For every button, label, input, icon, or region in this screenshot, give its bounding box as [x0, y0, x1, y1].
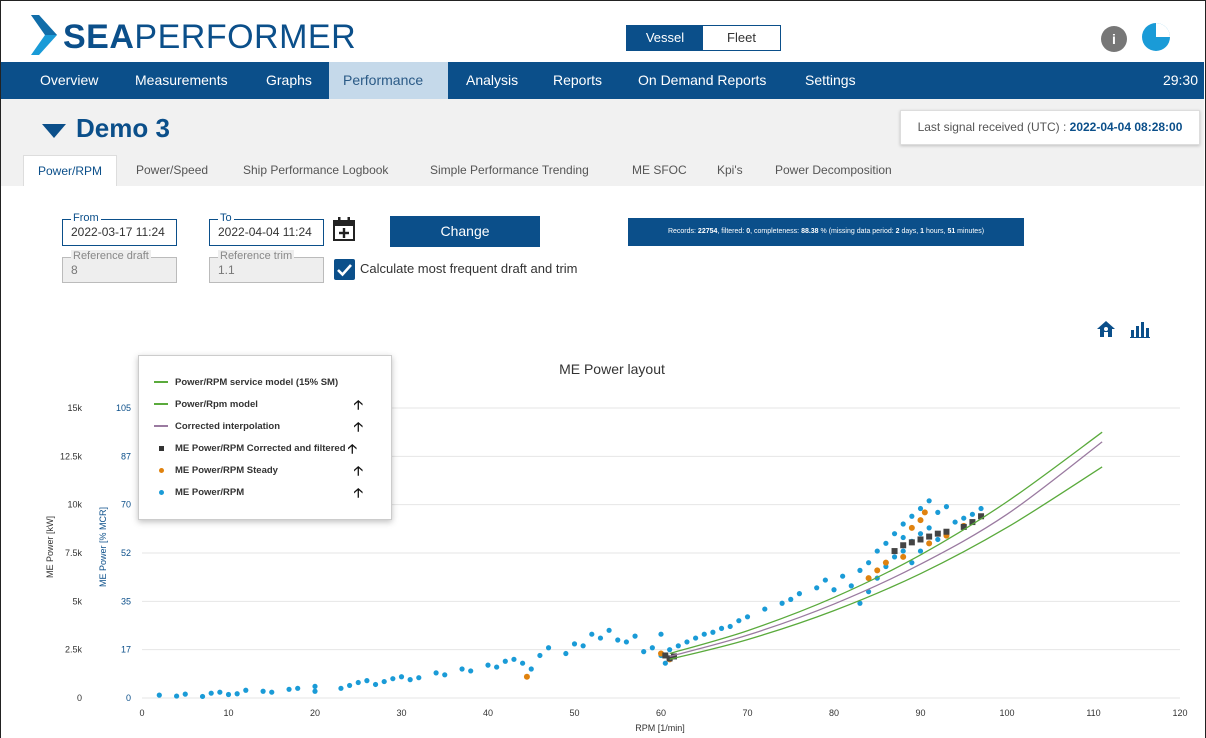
- from-date-input[interactable]: From 2022-03-17 11:24: [62, 212, 177, 246]
- nav-clock: 29:30: [1162, 72, 1198, 88]
- arrow-up-icon[interactable]: 🡡: [348, 440, 357, 462]
- records-text: Records:: [667, 228, 698, 235]
- reference-trim-label: Reference trim: [218, 250, 295, 262]
- arrow-up-icon[interactable]: 🡡: [354, 396, 363, 418]
- legend-item-steady[interactable]: ME Power/RPM Steady 🡡: [151, 460, 383, 480]
- reference-trim-input[interactable]: Reference trim 1.1: [209, 250, 324, 283]
- last-signal-box: Last signal received (UTC) : 2022-04-04 …: [900, 110, 1200, 145]
- checkmark-icon: [337, 264, 352, 277]
- tab-power-rpm[interactable]: Power/RPM: [23, 155, 118, 186]
- records-text: , completeness:: [750, 228, 802, 235]
- vessel-name: Demo 3: [76, 113, 170, 143]
- records-text: hours,: [924, 228, 948, 235]
- completeness-value: 88.38: [801, 228, 819, 235]
- app-header: SEAPERFORMER Vessel Fleet i: [1, 1, 1204, 62]
- vessel-button[interactable]: Vessel: [627, 26, 703, 50]
- legend-label: Power/Rpm model: [175, 398, 258, 410]
- arrow-up-icon[interactable]: 🡡: [354, 484, 363, 506]
- calculate-draft-trim-checkbox[interactable]: [334, 259, 355, 280]
- last-signal-label: Last signal received (UTC) :: [917, 120, 1070, 134]
- to-value: 2022-04-04 11:24: [218, 225, 312, 239]
- records-text: % (missing data period:: [818, 228, 896, 235]
- legend-label: Corrected interpolation: [175, 420, 281, 432]
- nav-analysis[interactable]: Analysis: [452, 62, 532, 99]
- legend-item-corrected-interpolation[interactable]: Corrected interpolation 🡡: [151, 416, 383, 436]
- records-info-box: Records: 22754, filtered: 0, completenes…: [628, 218, 1024, 246]
- info-icon[interactable]: i: [1101, 26, 1127, 52]
- tab-power-speed[interactable]: Power/Speed: [122, 155, 222, 186]
- pie-icon[interactable]: [1141, 22, 1171, 52]
- home-icon[interactable]: [1096, 320, 1116, 338]
- legend-item-service-model[interactable]: Power/RPM service model (15% SM): [151, 372, 383, 392]
- records-count: 22754: [697, 228, 718, 235]
- nav-graphs[interactable]: Graphs: [252, 62, 326, 99]
- records-text: minutes): [955, 228, 985, 235]
- legend-item-corrected-filtered[interactable]: ME Power/RPM Corrected and filtered 🡡: [151, 438, 383, 458]
- nav-settings[interactable]: Settings: [791, 62, 870, 99]
- nav-reports[interactable]: Reports: [539, 62, 616, 99]
- brand-bold: SEA: [63, 18, 135, 56]
- from-value: 2022-03-17 11:24: [71, 225, 165, 239]
- nav-on-demand-reports[interactable]: On Demand Reports: [624, 62, 780, 99]
- legend-label: ME Power/RPM Steady: [175, 464, 278, 476]
- legend-item-rpm-model[interactable]: Power/Rpm model 🡡: [151, 394, 383, 414]
- tab-power-decomposition[interactable]: Power Decomposition: [761, 155, 906, 186]
- reference-draft-input[interactable]: Reference draft 8: [62, 250, 177, 283]
- arrow-up-icon[interactable]: 🡡: [354, 418, 363, 440]
- from-label: From: [71, 212, 101, 224]
- legend-label: ME Power/RPM: [175, 486, 245, 498]
- tab-kpis[interactable]: Kpi's: [703, 155, 757, 186]
- vessel-title[interactable]: Demo 3: [42, 113, 170, 144]
- chart-legend: Power/RPM service model (15% SM) Power/R…: [138, 355, 392, 520]
- legend-item-me-power-rpm[interactable]: ME Power/RPM 🡡: [151, 482, 383, 502]
- reference-draft-label: Reference draft: [71, 250, 151, 262]
- main-nav: Overview Measurements Graphs Performance…: [1, 62, 1204, 99]
- tab-ship-performance-logbook[interactable]: Ship Performance Logbook: [229, 155, 402, 186]
- arrow-up-icon[interactable]: 🡡: [354, 462, 363, 484]
- records-text: days,: [899, 228, 921, 235]
- nav-overview[interactable]: Overview: [26, 62, 112, 99]
- reference-trim-value: 1.1: [218, 263, 235, 277]
- nav-performance[interactable]: Performance: [329, 62, 448, 99]
- calendar-plus-icon[interactable]: [333, 217, 355, 241]
- collapse-triangle-icon[interactable]: [42, 123, 66, 138]
- tab-simple-performance-trending[interactable]: Simple Performance Trending: [416, 155, 603, 186]
- last-signal-value: 2022-04-04 08:28:00: [1069, 120, 1183, 134]
- change-button[interactable]: Change: [390, 216, 540, 247]
- legend-label: Power/RPM service model (15% SM): [175, 376, 339, 388]
- fleet-button[interactable]: Fleet: [703, 26, 780, 50]
- tab-me-sfoc[interactable]: ME SFOC: [618, 155, 701, 186]
- legend-label: ME Power/RPM Corrected and filtered: [175, 442, 346, 454]
- vessel-fleet-toggle: Vessel Fleet: [626, 25, 781, 51]
- records-text: , filtered:: [717, 228, 747, 235]
- nav-measurements[interactable]: Measurements: [121, 62, 242, 99]
- to-date-input[interactable]: To 2022-04-04 11:24: [209, 212, 324, 246]
- calculate-draft-trim-label: Calculate most frequent draft and trim: [360, 261, 578, 276]
- brand-light: PERFORMER: [134, 18, 357, 56]
- logo-chevron-icon: [31, 15, 57, 55]
- bar-chart-icon[interactable]: [1130, 320, 1150, 338]
- reference-draft-value: 8: [71, 263, 78, 277]
- to-label: To: [218, 212, 234, 224]
- brand-logo[interactable]: SEAPERFORMER: [63, 18, 356, 56]
